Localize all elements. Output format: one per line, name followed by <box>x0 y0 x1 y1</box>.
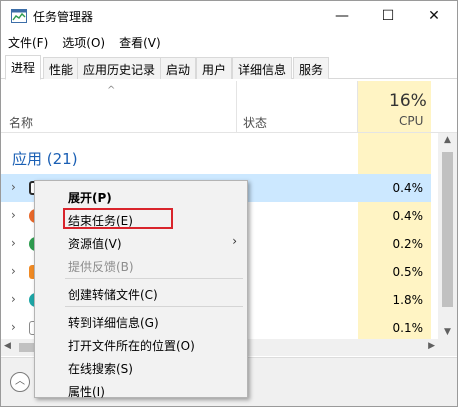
end-task-highlight-box <box>63 208 173 229</box>
maximize-icon: ☐ <box>381 8 395 24</box>
menu-bar: 文件(F) 选项(O) 查看(V) <box>1 32 168 52</box>
vertical-scrollbar[interactable]: ▲ ▼ <box>438 133 457 339</box>
menu-item-properties[interactable]: 属性(I) <box>35 379 247 401</box>
column-header-row: ^ 名称 状态 16% CPU <box>1 81 457 133</box>
chevron-right-icon[interactable]: › <box>11 292 16 306</box>
chevron-up-icon[interactable]: ︿ <box>10 372 30 392</box>
menu-item-resource-values[interactable]: 资源值(V) › <box>35 231 247 253</box>
menu-view[interactable]: 查看(V) <box>112 32 168 52</box>
tab-app-history[interactable]: 应用历史记录 <box>77 57 162 79</box>
row-cpu-value: 0.1% <box>392 321 424 335</box>
row-cpu-value: 0.2% <box>392 237 424 251</box>
maximize-button[interactable]: ☐ <box>365 1 411 31</box>
tab-services[interactable]: 服务 <box>293 57 330 79</box>
chevron-right-icon[interactable]: › <box>11 320 16 334</box>
tab-users[interactable]: 用户 <box>196 57 233 79</box>
tab-details[interactable]: 详细信息 <box>232 57 293 79</box>
row-cpu-value: 0.4% <box>392 209 424 223</box>
row-cpu-value: 1.8% <box>392 293 424 307</box>
column-status[interactable]: 状态 <box>243 114 267 131</box>
column-cpu[interactable]: CPU <box>399 114 423 128</box>
menu-item-expand[interactable]: 展开(P) <box>35 185 247 207</box>
minimize-icon: — <box>335 8 349 24</box>
task-manager-window: 任务管理器 — ☐ ✕ 文件(F) 选项(O) 查看(V) 进程 性能 应用历史… <box>0 0 458 407</box>
column-divider[interactable] <box>236 81 237 133</box>
chevron-right-icon[interactable]: › <box>11 264 16 278</box>
window-title: 任务管理器 <box>33 10 94 24</box>
column-name[interactable]: 名称 <box>9 114 33 131</box>
chevron-right-icon[interactable]: › <box>11 236 16 250</box>
task-manager-icon <box>11 9 27 23</box>
context-menu: 展开(P) 结束任务(E) 资源值(V) › 提供反馈(B) 创建转储文件(C)… <box>34 180 248 401</box>
column-divider[interactable] <box>357 81 358 133</box>
menu-item-feedback: 提供反馈(B) <box>68 260 134 274</box>
menu-separator <box>65 278 243 279</box>
chevron-right-icon[interactable]: › <box>11 180 16 194</box>
menu-item-create-dump[interactable]: 创建转储文件(C) <box>35 282 247 304</box>
scroll-right-icon[interactable]: ▶ <box>428 341 435 351</box>
scroll-left-icon[interactable]: ◀ <box>4 341 11 351</box>
submenu-arrow-icon: › <box>232 234 237 248</box>
tab-startup[interactable]: 启动 <box>160 57 197 79</box>
close-button[interactable]: ✕ <box>411 1 457 31</box>
tab-strip: 进程 性能 应用历史记录 启动 用户 详细信息 服务 <box>1 55 457 80</box>
chevron-right-icon[interactable]: › <box>11 208 16 222</box>
menu-file[interactable]: 文件(F) <box>1 32 55 52</box>
tab-performance[interactable]: 性能 <box>43 57 80 79</box>
group-header-apps[interactable]: 应用 (21) <box>12 148 78 169</box>
minimize-button[interactable]: — <box>319 1 365 31</box>
menu-options[interactable]: 选项(O) <box>55 32 112 52</box>
cpu-total-percent: 16% <box>389 91 427 111</box>
scroll-down-icon[interactable]: ▼ <box>438 327 457 337</box>
menu-item-search-online[interactable]: 在线搜索(S) <box>35 356 247 378</box>
menu-separator <box>65 306 243 307</box>
menu-item-resource-values-label: 资源值(V) <box>68 237 122 251</box>
vertical-scroll-thumb[interactable] <box>442 152 453 307</box>
title-bar: 任务管理器 — ☐ ✕ <box>1 1 457 31</box>
scrollbar-corner <box>438 339 457 356</box>
menu-item-go-to-details[interactable]: 转到详细信息(G) <box>35 310 247 332</box>
row-cpu-value: 0.4% <box>392 181 424 195</box>
scroll-up-icon[interactable]: ▲ <box>438 135 457 145</box>
close-icon: ✕ <box>428 8 440 24</box>
row-cpu-value: 0.5% <box>392 265 424 279</box>
tab-processes[interactable]: 进程 <box>5 55 42 80</box>
menu-item-open-file-location[interactable]: 打开文件所在的位置(O) <box>35 333 247 355</box>
sort-caret-icon[interactable]: ^ <box>107 85 115 96</box>
